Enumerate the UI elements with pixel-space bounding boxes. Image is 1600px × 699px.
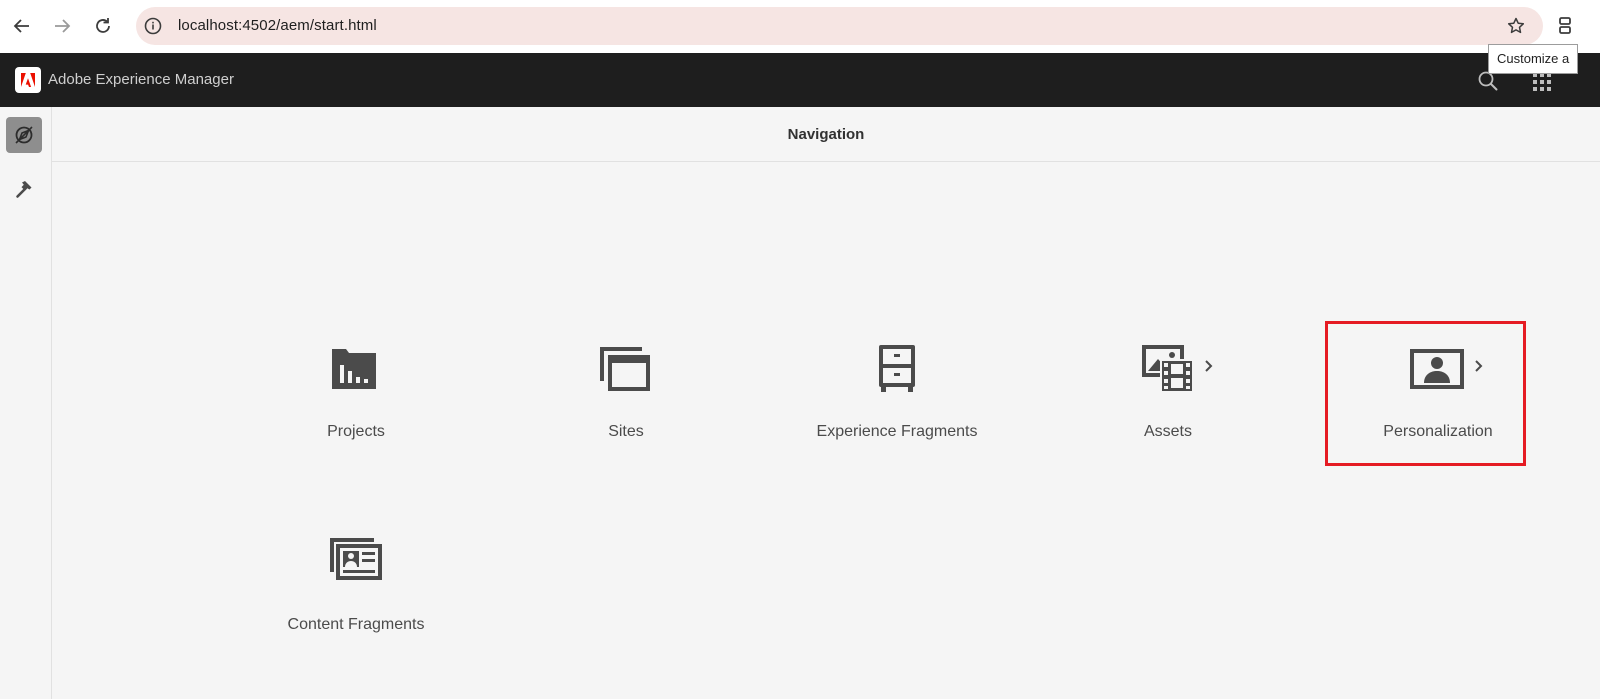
content-fragments-icon — [328, 534, 384, 590]
bookmark-star-icon[interactable] — [1506, 16, 1526, 36]
site-info-icon[interactable] — [144, 17, 162, 35]
page-title: Navigation — [787, 126, 865, 143]
app-title: Adobe Experience Manager — [48, 71, 234, 88]
address-bar[interactable]: localhost:4502/aem/start.html — [136, 7, 1543, 45]
tile-personalization[interactable]: Personalization — [1338, 341, 1538, 481]
url-text: localhost:4502/aem/start.html — [178, 17, 377, 34]
experience-fragments-icon — [869, 341, 925, 397]
tile-sites[interactable]: Sites — [526, 341, 726, 481]
tile-content-fragments[interactable]: Content Fragments — [256, 534, 456, 674]
assets-icon — [1140, 341, 1196, 397]
tile-label: Personalization — [1383, 423, 1493, 440]
adobe-logo-icon[interactable] — [15, 67, 41, 93]
tile-label: Projects — [327, 423, 385, 440]
sites-icon — [598, 341, 654, 397]
arrow-right-icon — [55, 19, 71, 33]
compass-icon — [15, 126, 33, 144]
reload-icon — [96, 18, 110, 33]
projects-icon — [328, 341, 384, 397]
navigation-rail-button[interactable] — [6, 117, 42, 153]
main-header: Navigation — [52, 107, 1600, 162]
back-button[interactable] — [8, 12, 36, 40]
tooltip: Customize a — [1488, 44, 1579, 74]
tile-label: Sites — [608, 423, 644, 440]
aem-header: Adobe Experience Manager — [0, 53, 1600, 107]
forward-button[interactable] — [48, 12, 76, 40]
chevron-right-icon — [1202, 357, 1216, 375]
tile-assets[interactable]: Assets — [1068, 341, 1268, 481]
personalization-icon — [1410, 341, 1466, 397]
main-content: Navigation Projects Sites Experience Fra… — [52, 107, 1600, 699]
hammer-icon — [16, 181, 32, 198]
browser-toolbar: localhost:4502/aem/start.html — [0, 0, 1600, 53]
tile-label: Experience Fragments — [816, 423, 978, 440]
tile-projects[interactable]: Projects — [256, 341, 456, 481]
reload-button[interactable] — [89, 12, 117, 40]
left-rail — [0, 107, 52, 699]
chevron-right-icon — [1472, 357, 1486, 375]
tile-label: Content Fragments — [287, 616, 425, 633]
side-panel-icon[interactable] — [1558, 16, 1572, 36]
apps-grid-icon[interactable] — [1531, 71, 1553, 93]
tile-experience-fragments[interactable]: Experience Fragments — [797, 341, 997, 481]
arrow-left-icon — [13, 19, 29, 33]
tools-rail-button[interactable] — [6, 171, 42, 207]
tile-label: Assets — [1143, 423, 1192, 440]
